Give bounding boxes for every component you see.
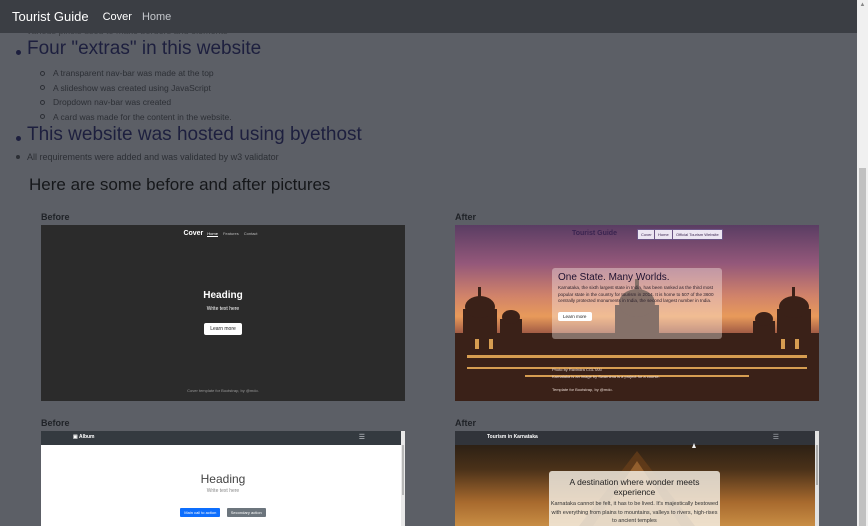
extras-list: A transparent nav-bar was made at the to…: [40, 66, 232, 124]
hosting-heading-text: This website was hosted using byethost: [27, 124, 362, 145]
mini-brand: ▣ Album: [73, 434, 95, 440]
requirements-item: All requirements were added and was vali…: [16, 152, 279, 162]
list-item: Dropdown nav-bar was created: [40, 95, 232, 110]
mini-link: Home: [207, 231, 218, 237]
before-screenshot-album: ▣ Album ☰ Heading Write text here Main c…: [41, 431, 405, 526]
mini-nav-button: Cover: [637, 229, 656, 240]
list-item-text: A card was made for the content in the w…: [53, 111, 232, 122]
hamburger-menu-icon: ☰: [358, 434, 365, 441]
circle-bullet: [40, 85, 45, 91]
mini-link: Contact: [243, 231, 258, 236]
mini-footer-line: Template for Bootstrap, by @mdo.: [552, 387, 613, 392]
mini-card-text: Karnataka, the sixth largest state in In…: [558, 285, 714, 304]
requirements-text: All requirements were added and was vali…: [27, 152, 279, 162]
mini-nav-button: Home: [654, 229, 673, 240]
circle-bullet: [40, 114, 45, 120]
before-label: Before: [41, 212, 70, 222]
mini-navbar: ▣ Album ☰: [41, 431, 405, 445]
list-item-text: A slideshow was created using JavaScript: [53, 82, 211, 93]
list-item: A card was made for the content in the w…: [40, 110, 232, 125]
mini-buttons: Main call to action Secondary action: [41, 501, 405, 519]
mini-footer-line: Photo by Ravindra CGLTAN: [552, 367, 602, 372]
before-label: Before: [41, 418, 70, 428]
mini-navbar: Tourism in Karnataka ☰: [455, 431, 819, 445]
scroll-thumb[interactable]: [859, 168, 866, 526]
extras-heading: Four "extras" in this website: [16, 38, 261, 60]
before-screenshot-cover: Cover Home Features Contact Heading Writ…: [41, 225, 405, 401]
mini-learn-more-button: Learn more: [558, 311, 592, 321]
page-content: various pixels used to make borders and …: [0, 0, 857, 526]
mini-heading: Heading: [203, 290, 243, 301]
mini-scrollbar: [401, 431, 405, 526]
hamburger-menu-icon: ☰: [772, 434, 779, 441]
mini-card-text: Karnataka cannot be felt, it has to be l…: [550, 501, 719, 524]
nav-link-cover[interactable]: Cover: [103, 11, 132, 23]
mini-footer: Cover template for Bootstrap, by @mdo.: [187, 388, 259, 393]
bullet: [16, 135, 21, 141]
extras-heading-text: Four "extras" in this website: [27, 38, 262, 59]
bullet: [16, 155, 20, 159]
mini-secondary-button: Secondary action: [226, 508, 266, 517]
mini-content-card: One State. Many Worlds. Karnataka, the s…: [552, 268, 722, 339]
top-navbar: Tourist Guide Cover Home: [0, 0, 857, 33]
mini-navbar: Cover Home Features Contact: [41, 230, 405, 237]
chevron-up-icon[interactable]: ▲: [857, 0, 868, 11]
circle-bullet: [40, 70, 45, 76]
mini-scrollbar: [815, 431, 819, 526]
list-item: A transparent nav-bar was made at the to…: [40, 66, 232, 81]
after-screenshot-palace: Tourist Guide Cover Home Official Touris…: [455, 225, 819, 401]
mini-heading: Heading: [200, 472, 246, 486]
after-label: After: [455, 212, 477, 222]
mini-text: Write text here: [206, 306, 240, 312]
circle-bullet: [40, 99, 45, 105]
hosting-heading: This website was hosted using byethost: [16, 124, 362, 146]
bullet: [16, 49, 21, 55]
list-item-text: Dropdown nav-bar was created: [53, 97, 172, 108]
after-screenshot-temple: Tourism in Karnataka ☰ A destination whe…: [455, 431, 819, 526]
mini-button-wrap: Learn more: [41, 317, 405, 335]
mini-nav-button: Official Tourism Website: [672, 229, 723, 240]
camera-icon: ▣: [73, 434, 78, 440]
mini-card-title: A destination where wonder meets experie…: [569, 477, 700, 498]
mini-brand-text: Album: [78, 434, 95, 440]
mini-brand: Cover: [183, 230, 204, 237]
list-item-text: A transparent nav-bar was made at the to…: [53, 68, 214, 79]
mini-scroll-thumb: [402, 445, 404, 495]
list-item: A slideshow was created using JavaScript: [40, 81, 232, 96]
mouse-cursor-icon: [692, 443, 696, 448]
mini-card-title: One State. Many Worlds.: [558, 272, 670, 283]
mini-site-title: Tourist Guide: [572, 230, 617, 237]
nav-link-home[interactable]: Home: [142, 11, 171, 23]
mini-footer-line: Karnataka is an image by Swarnima is a p…: [552, 374, 660, 379]
mini-text: Write text here: [206, 488, 240, 494]
mini-scroll-thumb: [816, 445, 818, 485]
site-brand-link[interactable]: Tourist Guide: [12, 9, 89, 24]
mini-primary-button: Main call to action: [180, 508, 221, 517]
page-scrollbar[interactable]: ▲: [857, 0, 868, 526]
pictures-heading: Here are some before and after pictures: [29, 175, 331, 194]
after-label: After: [455, 418, 477, 428]
mini-learn-more-button: Learn more: [204, 323, 242, 335]
mini-link: Features: [222, 231, 239, 236]
mini-content-card: A destination where wonder meets experie…: [549, 471, 720, 526]
mini-brand: Tourism in Karnataka: [487, 434, 538, 440]
